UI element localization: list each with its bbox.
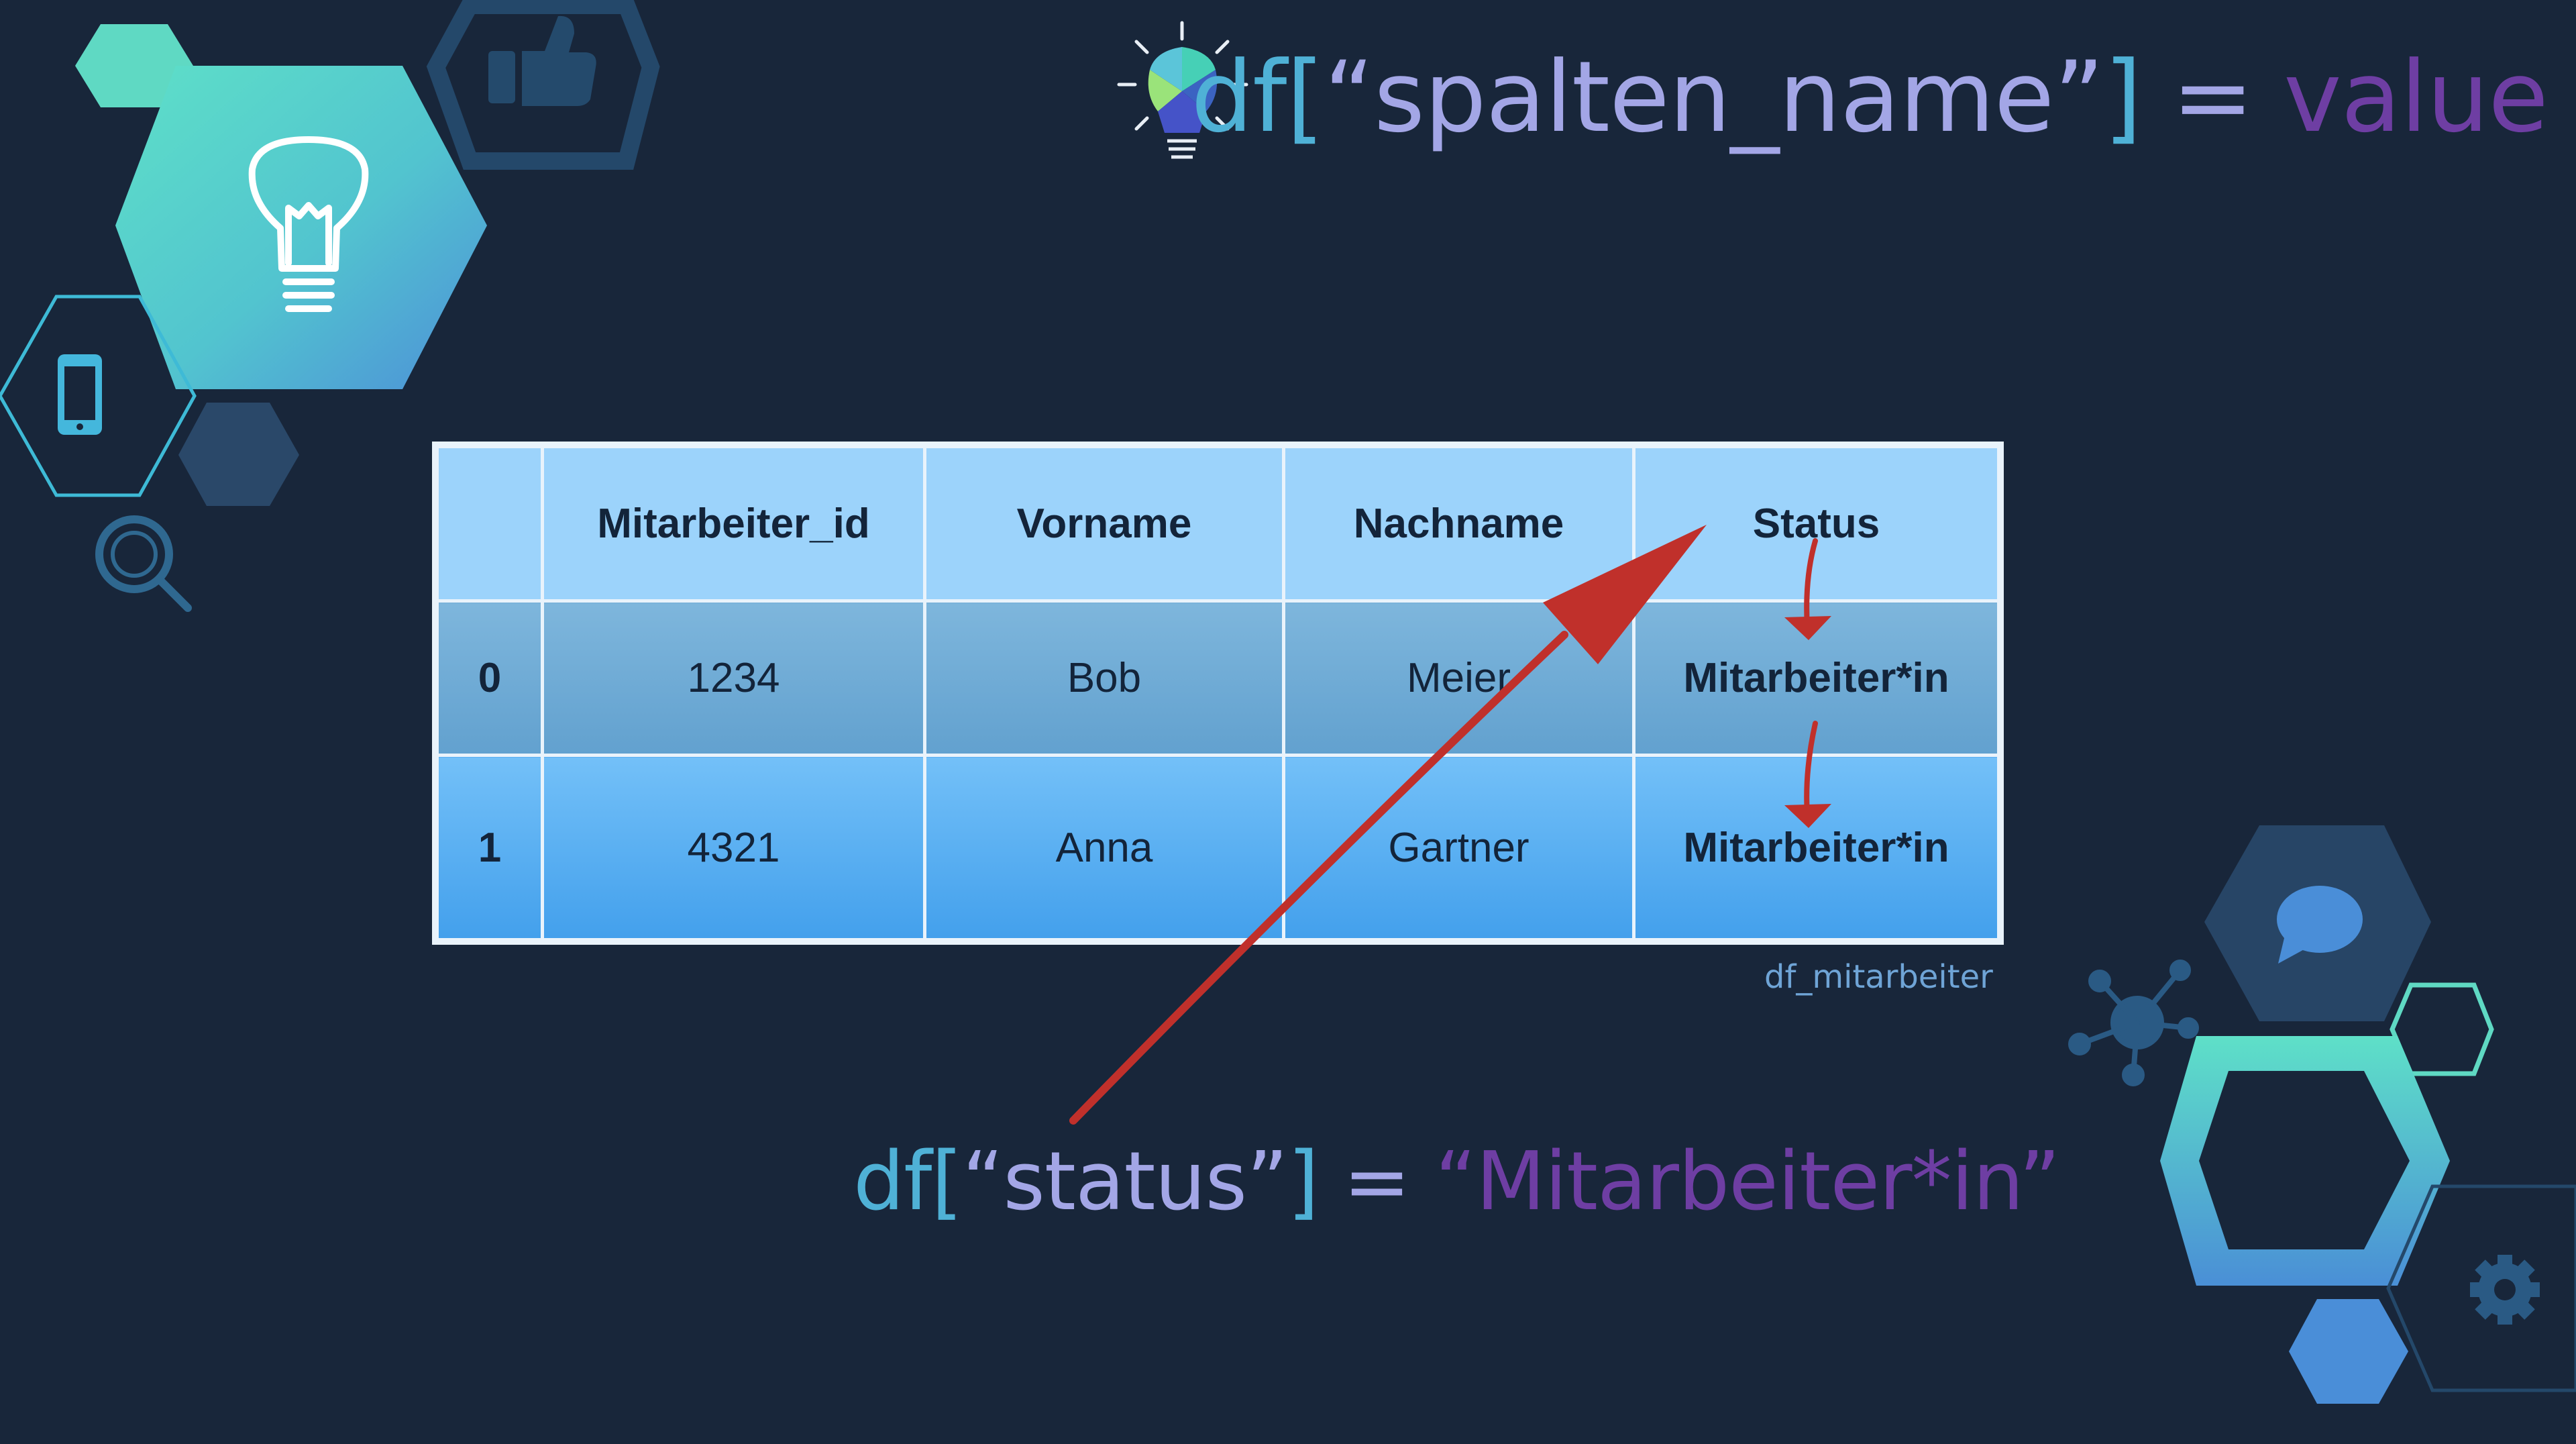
- hexagon-large-lightbulb: [115, 66, 487, 389]
- smartphone-icon: [58, 354, 102, 435]
- row-index: 0: [435, 599, 544, 757]
- gear-icon: [2470, 1255, 2540, 1325]
- dataframe-table: Mitarbeiter_id Vorname Nachname Status 0…: [432, 442, 2004, 945]
- formula-key-token: “spalten_name”: [1324, 40, 2104, 154]
- table-caption: df_mitarbeiter: [1764, 958, 1993, 996]
- formula-eq-token: =: [1318, 1135, 1435, 1229]
- hexagon-small-dark: [178, 403, 299, 506]
- formula-close-token: ]: [1287, 1135, 1319, 1229]
- formula-general: df[“spalten_name”] = value: [1191, 40, 2548, 154]
- table-row: 1 4321 Anna Gartner Mitarbeiter*in: [435, 754, 2000, 941]
- row-index: 1: [435, 754, 544, 941]
- table-row: 0 1234 Bob Meier Mitarbeiter*in: [435, 599, 2000, 757]
- formula-eq-token: =: [2141, 40, 2284, 154]
- formula-example: df[“status”] = “Mitarbeiter*in”: [853, 1135, 2061, 1229]
- formula-value-token: “Mitarbeiter*in”: [1434, 1135, 2061, 1229]
- hexagon-small-blue: [2289, 1299, 2408, 1404]
- cell-vorname: Bob: [923, 599, 1285, 757]
- cell-status: Mitarbeiter*in: [1632, 754, 2000, 941]
- formula-close-token: ]: [2104, 40, 2142, 154]
- cell-nachname: Gartner: [1282, 754, 1635, 941]
- formula-key-token: “status”: [962, 1135, 1288, 1229]
- table-header-row: Mitarbeiter_id Vorname Nachname Status: [435, 445, 2000, 603]
- magnifier-icon: [95, 515, 192, 612]
- header-index: [435, 445, 544, 603]
- header-vorname: Vorname: [923, 445, 1285, 603]
- formula-df-token: df[: [1191, 40, 1324, 154]
- header-mitarbeiter-id: Mitarbeiter_id: [541, 445, 926, 603]
- header-nachname: Nachname: [1282, 445, 1635, 603]
- header-status: Status: [1632, 445, 2000, 603]
- formula-value-token: value: [2284, 40, 2548, 154]
- cell-status: Mitarbeiter*in: [1632, 599, 2000, 757]
- thumbs-up-icon: [488, 15, 596, 106]
- formula-df-token: df[: [853, 1135, 963, 1229]
- network-icon: [2068, 960, 2199, 1086]
- cell-vorname: Anna: [923, 754, 1285, 941]
- cell-mitarbeiter-id: 4321: [541, 754, 926, 941]
- cell-mitarbeiter-id: 1234: [541, 599, 926, 757]
- cell-nachname: Meier: [1282, 599, 1635, 757]
